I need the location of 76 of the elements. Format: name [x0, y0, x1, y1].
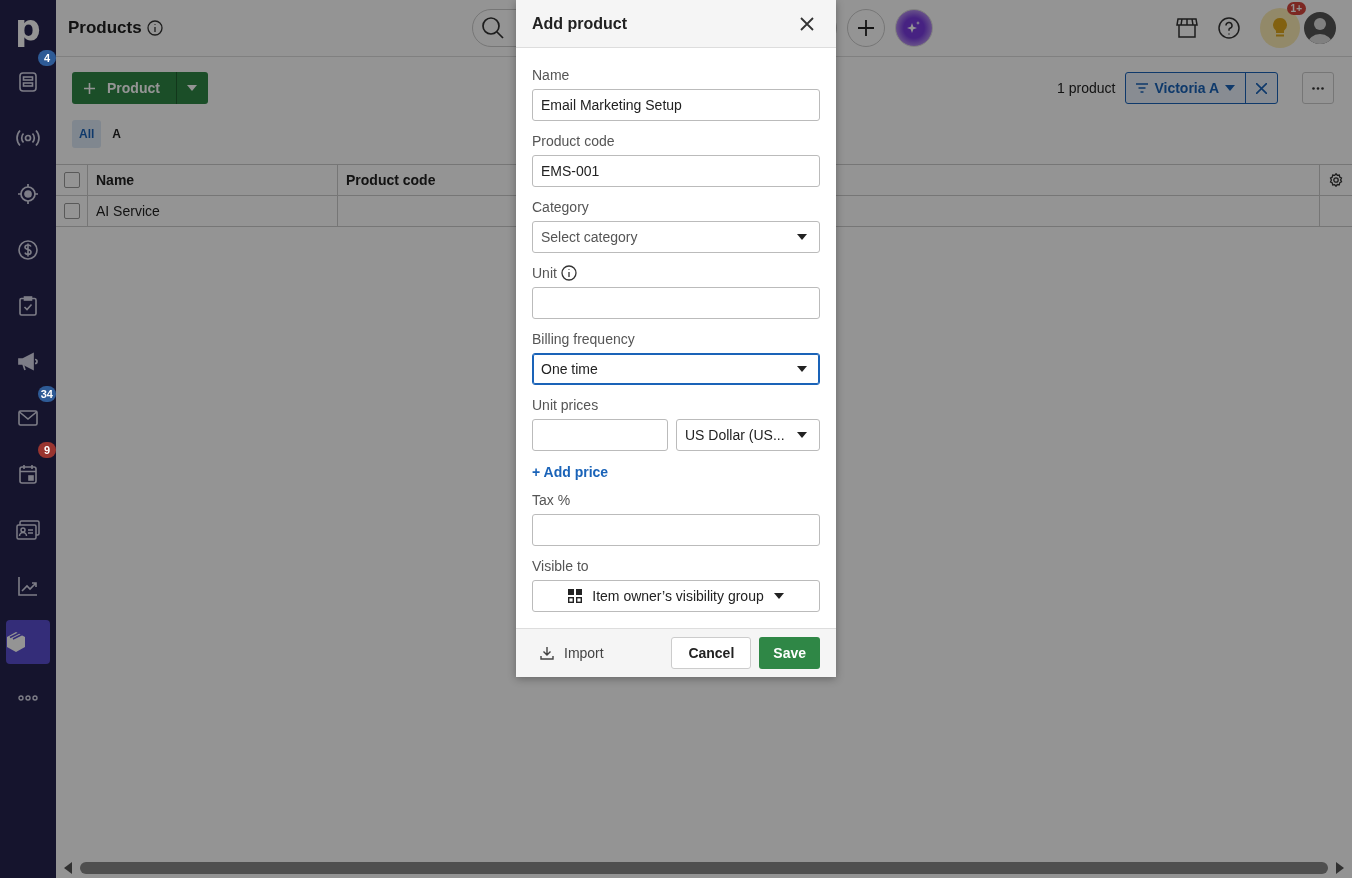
caret-down-icon: [797, 366, 807, 372]
plus-icon: [84, 82, 95, 94]
line-chart-icon: [18, 576, 38, 596]
scroll-right-icon[interactable]: [1336, 862, 1344, 874]
text-field[interactable]: [532, 514, 820, 546]
ai-assistant-button[interactable]: [894, 9, 933, 47]
text-field[interactable]: Email Marketing Setup: [532, 89, 820, 121]
target-icon: [17, 183, 39, 205]
download-icon: [540, 646, 554, 660]
count-badge: 9: [38, 442, 56, 458]
close-icon[interactable]: [800, 16, 814, 31]
scroll-left-icon[interactable]: [64, 862, 72, 874]
settings-icon[interactable]: [1329, 173, 1343, 187]
select-field[interactable]: One time: [532, 353, 820, 385]
field-label: Name: [532, 67, 570, 83]
field-label: Tax %: [532, 492, 571, 508]
contact-card-icon: [16, 520, 40, 540]
megaphone-icon: [17, 352, 39, 372]
save-button[interactable]: Save: [759, 637, 820, 669]
add-price-link[interactable]: + Add price: [532, 464, 609, 480]
import-button[interactable]: Import: [540, 645, 604, 661]
help-icon[interactable]: [1218, 17, 1240, 39]
more-icon: [1312, 86, 1324, 90]
text-field[interactable]: EMS-001: [532, 155, 820, 187]
plus-icon: [856, 19, 875, 37]
search-icon: [480, 16, 505, 40]
visibility-select[interactable]: Item owner’s visibility group: [532, 580, 820, 612]
cancel-button[interactable]: Cancel: [671, 637, 752, 669]
nav-item[interactable]: [6, 620, 50, 664]
filter-tab[interactable]: A: [105, 120, 128, 148]
store-icon[interactable]: [1176, 18, 1198, 38]
caret-down-icon: [797, 432, 807, 438]
add-product-button[interactable]: Product: [72, 72, 176, 104]
mail-icon: [18, 410, 38, 426]
cube-icon: [6, 631, 26, 653]
more-icon: [18, 695, 38, 701]
text-field[interactable]: [532, 287, 820, 319]
field-label: Visible to: [532, 558, 589, 574]
add-button[interactable]: [846, 9, 885, 47]
row-checkbox[interactable]: [63, 203, 80, 219]
lightbulb-icon: [1272, 17, 1288, 39]
logo[interactable]: p: [15, 0, 41, 54]
product-count: 1 product: [1057, 80, 1116, 96]
field-label: Product code: [532, 133, 615, 149]
caret-down-icon: [187, 85, 198, 91]
select-all-checkbox[interactable]: [63, 172, 80, 188]
count-badge: 34: [37, 386, 56, 402]
dialog-title: Add product: [532, 14, 628, 33]
calendar-icon: [19, 464, 37, 484]
table-cell: AI Service: [96, 203, 160, 219]
signal-icon: [16, 129, 40, 147]
currency-select[interactable]: US Dollar (US...: [676, 419, 820, 451]
close-icon: [1256, 82, 1267, 94]
column-header[interactable]: Name: [88, 165, 338, 195]
add-options-button[interactable]: [175, 72, 208, 104]
clipboard-check-icon: [19, 296, 37, 316]
page-title: Products: [68, 18, 142, 38]
field-label: Billing frequency: [532, 331, 635, 347]
avatar[interactable]: [1304, 12, 1336, 44]
info-icon[interactable]: [560, 265, 577, 281]
filter-icon: [1136, 83, 1149, 93]
caret-down-icon: [773, 593, 784, 599]
caret-down-icon: [797, 234, 807, 240]
filter-tab[interactable]: All: [72, 120, 102, 148]
caret-down-icon: [1225, 85, 1235, 91]
list-icon: [19, 72, 37, 92]
field-label: Unit: [532, 265, 557, 281]
select-field[interactable]: Select category: [532, 221, 820, 253]
info-icon[interactable]: [146, 20, 163, 36]
grid-icon: [568, 589, 583, 603]
notification-badge: 1+: [1286, 2, 1306, 15]
field-label: Category: [532, 199, 589, 215]
field-label: Unit prices: [532, 397, 599, 413]
price-field[interactable]: [532, 419, 668, 451]
count-badge: 4: [38, 50, 56, 66]
dollar-icon: [18, 240, 38, 260]
